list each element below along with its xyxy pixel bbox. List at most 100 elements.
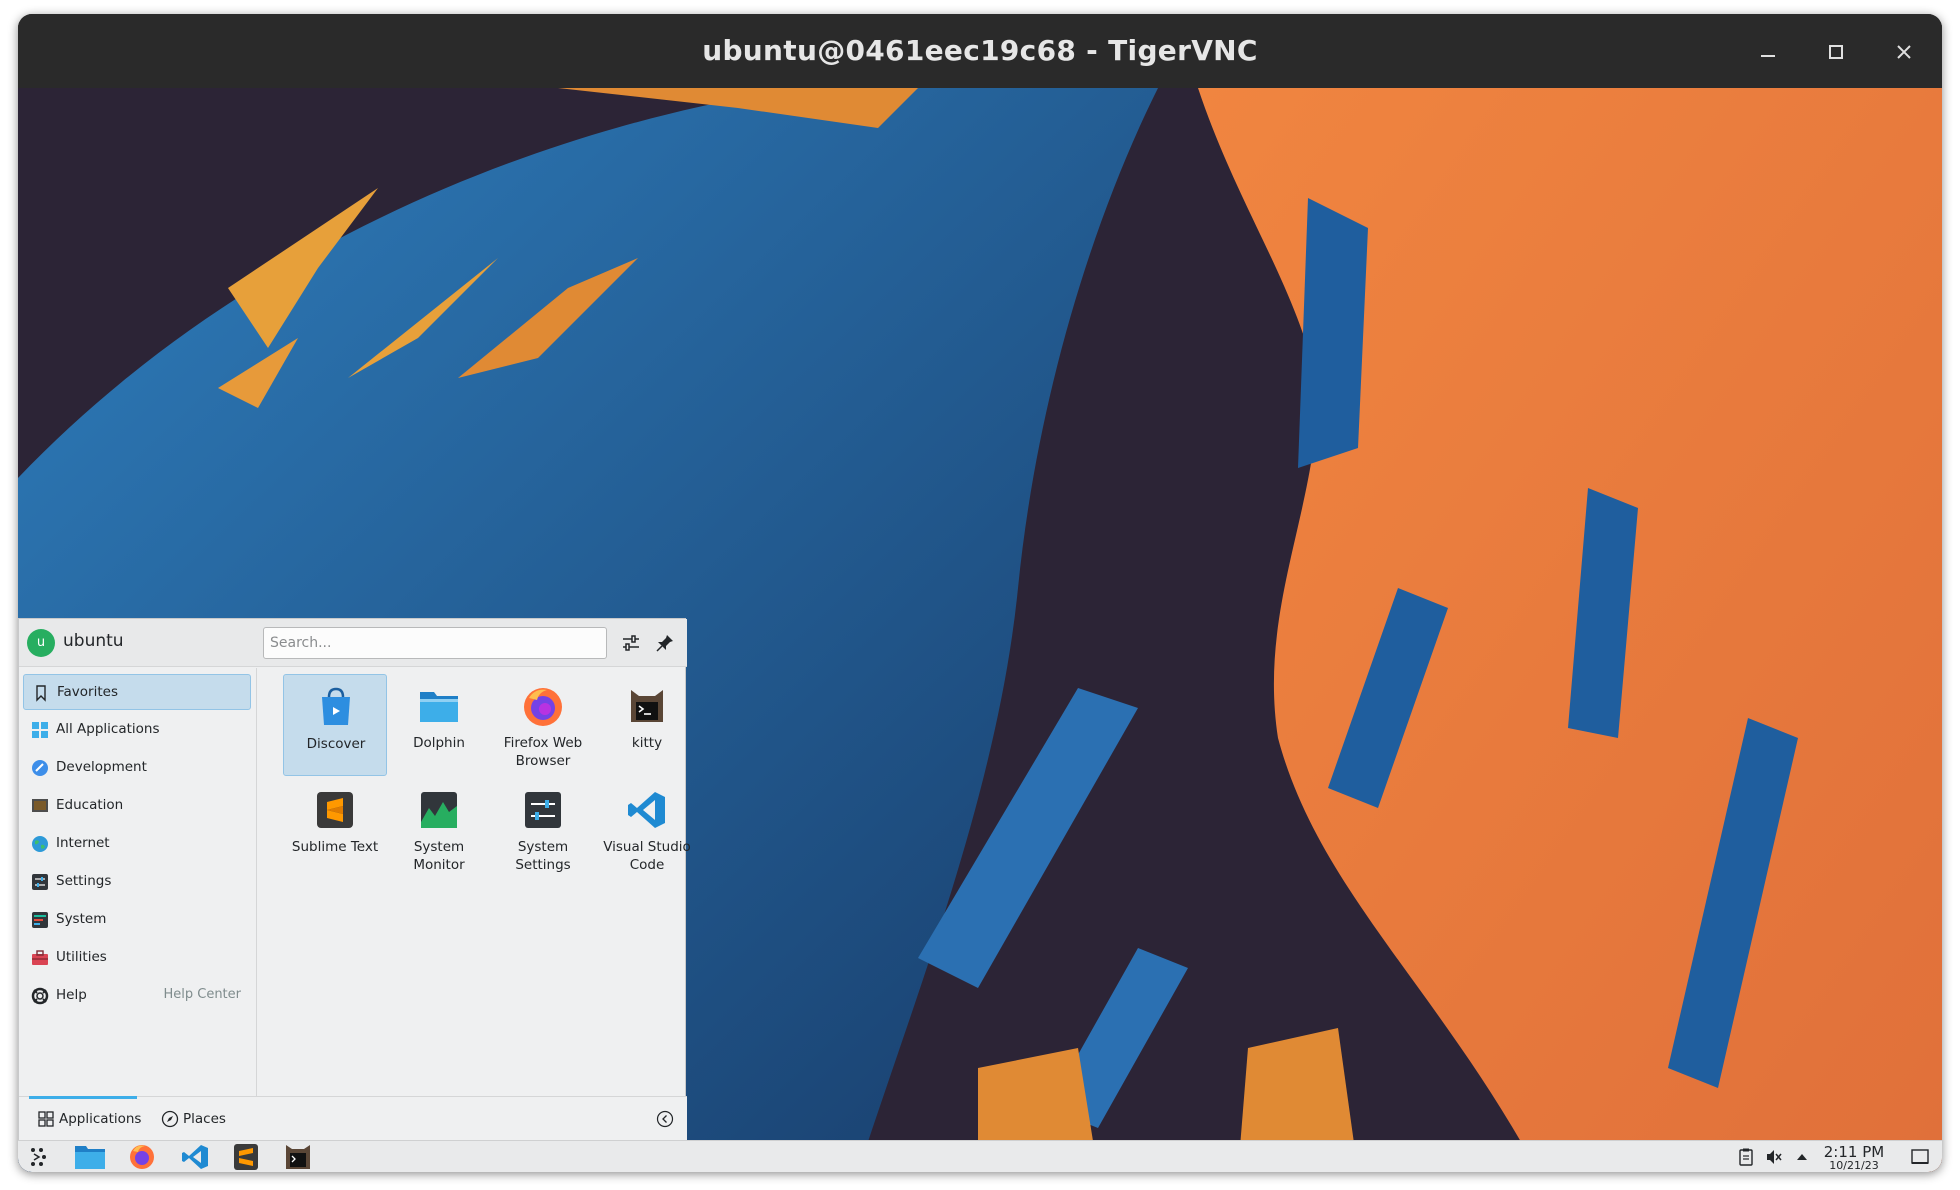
app-label: System Monitor — [413, 839, 465, 873]
vnc-window: ubuntu@0461eec19c68 - TigerVNC u ubuntu … — [18, 14, 1942, 1172]
app-label: Sublime Text — [291, 839, 379, 855]
avatar[interactable]: u — [27, 629, 55, 657]
category-system[interactable]: System — [23, 902, 251, 938]
category-label: Settings — [56, 873, 112, 889]
globe-icon — [31, 835, 49, 853]
titlebar[interactable]: ubuntu@0461eec19c68 - TigerVNC — [18, 14, 1942, 88]
category-label: Development — [56, 759, 147, 775]
clock-date[interactable]: 10/21/23 — [1818, 1159, 1890, 1172]
minimize-button[interactable] — [1752, 36, 1784, 68]
collapse-button[interactable] — [656, 1110, 674, 1128]
discover-icon — [314, 685, 358, 729]
app-label: System Settings — [515, 839, 571, 873]
tab-label: Applications — [59, 1111, 142, 1127]
taskbar-vscode[interactable] — [174, 1143, 214, 1171]
app-label: Visual Studio Code — [603, 839, 691, 873]
app-label: Firefox Web Browser — [503, 735, 583, 769]
username: ubuntu — [63, 631, 124, 651]
folder-icon — [417, 684, 461, 728]
show-hidden-icons-button[interactable] — [1792, 1147, 1812, 1167]
category-label: Utilities — [56, 949, 107, 965]
sublime-icon — [234, 1144, 258, 1170]
volume-muted-icon — [1767, 1150, 1782, 1164]
category-settings[interactable]: Settings — [23, 864, 251, 900]
app-label: Discover — [306, 736, 366, 752]
chevron-left-icon — [656, 1110, 674, 1128]
search-input[interactable] — [263, 627, 607, 659]
pin-icon[interactable] — [653, 631, 677, 655]
bookmark-icon — [32, 684, 50, 702]
active-tab-indicator — [29, 1096, 137, 1099]
tab-places[interactable]: Places — [153, 1097, 243, 1141]
window-title: ubuntu@0461eec19c68 - TigerVNC — [702, 34, 1258, 67]
settings-icon — [31, 873, 49, 891]
filter-icon[interactable] — [619, 631, 643, 655]
app-system-monitor[interactable]: System Monitor — [387, 778, 491, 880]
education-icon — [31, 797, 49, 815]
app-sublime-text[interactable]: Sublime Text — [283, 778, 387, 880]
compass-icon — [161, 1110, 179, 1128]
app-grid: Discover Dolphin Firefox Web Browser kit… — [257, 668, 691, 1096]
folder-icon — [75, 1146, 105, 1169]
category-label: Internet — [56, 835, 110, 851]
maximize-icon — [1829, 45, 1843, 59]
vscode-icon — [182, 1145, 208, 1169]
category-sidebar: Favorites All Applications Development E… — [19, 668, 257, 1096]
close-icon — [1897, 45, 1911, 59]
category-favorites[interactable]: Favorites — [23, 674, 251, 710]
app-system-settings[interactable]: System Settings — [491, 778, 595, 880]
app-firefox[interactable]: Firefox Web Browser — [491, 674, 595, 776]
app-launcher-button[interactable] — [20, 1143, 60, 1171]
category-education[interactable]: Education — [23, 788, 251, 824]
taskbar-sublime[interactable] — [226, 1143, 266, 1171]
kitty-icon — [286, 1145, 310, 1169]
grid-icon — [37, 1110, 55, 1128]
category-all-applications[interactable]: All Applications — [23, 712, 251, 748]
lifebuoy-icon — [31, 987, 49, 1005]
clipboard-icon — [1739, 1148, 1753, 1166]
minimize-icon — [1761, 55, 1775, 57]
kitty-icon — [625, 684, 669, 728]
taskbar-firefox[interactable] — [122, 1143, 162, 1171]
system-monitor-icon — [417, 788, 461, 832]
toolbox-icon — [31, 949, 49, 967]
desktop[interactable]: u ubuntu Favorites All Applications — [18, 88, 1942, 1172]
app-dolphin[interactable]: Dolphin — [387, 674, 491, 776]
category-label: Favorites — [57, 684, 118, 700]
firefox-icon — [521, 684, 565, 728]
taskbar-dolphin[interactable] — [70, 1143, 110, 1171]
menu-footer: Applications Places — [19, 1096, 687, 1140]
category-utilities[interactable]: Utilities — [23, 940, 251, 976]
help-center-label: Help Center — [163, 987, 241, 1002]
volume-button[interactable] — [1764, 1147, 1784, 1167]
category-label: System — [56, 911, 107, 927]
category-label: All Applications — [56, 721, 160, 737]
close-button[interactable] — [1888, 36, 1920, 68]
show-desktop-button[interactable] — [1910, 1147, 1930, 1167]
development-icon — [31, 759, 49, 777]
taskbar: 2:11 PM 10/21/23 — [18, 1140, 1942, 1172]
app-visual-studio-code[interactable]: Visual Studio Code — [595, 778, 699, 880]
category-label: Education — [56, 797, 124, 813]
tab-label: Places — [183, 1111, 226, 1127]
app-discover[interactable]: Discover — [283, 674, 387, 776]
taskbar-kitty[interactable] — [278, 1143, 318, 1171]
category-internet[interactable]: Internet — [23, 826, 251, 862]
sublime-icon — [313, 788, 357, 832]
category-help[interactable]: Help Help Center — [23, 978, 251, 1014]
app-launcher-icon — [31, 1148, 46, 1166]
show-desktop-icon — [1911, 1149, 1929, 1164]
category-label: Help — [56, 987, 87, 1003]
tab-applications[interactable]: Applications — [29, 1096, 141, 1141]
app-label: kitty — [631, 735, 663, 751]
grid-icon — [31, 721, 49, 739]
maximize-button[interactable] — [1820, 36, 1852, 68]
category-development[interactable]: Development — [23, 750, 251, 786]
chevron-up-icon — [1797, 1154, 1807, 1160]
vscode-icon — [625, 788, 669, 832]
clipboard-button[interactable] — [1736, 1147, 1756, 1167]
menu-header: u ubuntu — [19, 619, 687, 667]
system-icon — [31, 911, 49, 929]
app-kitty[interactable]: kitty — [595, 674, 699, 776]
system-settings-icon — [521, 788, 565, 832]
